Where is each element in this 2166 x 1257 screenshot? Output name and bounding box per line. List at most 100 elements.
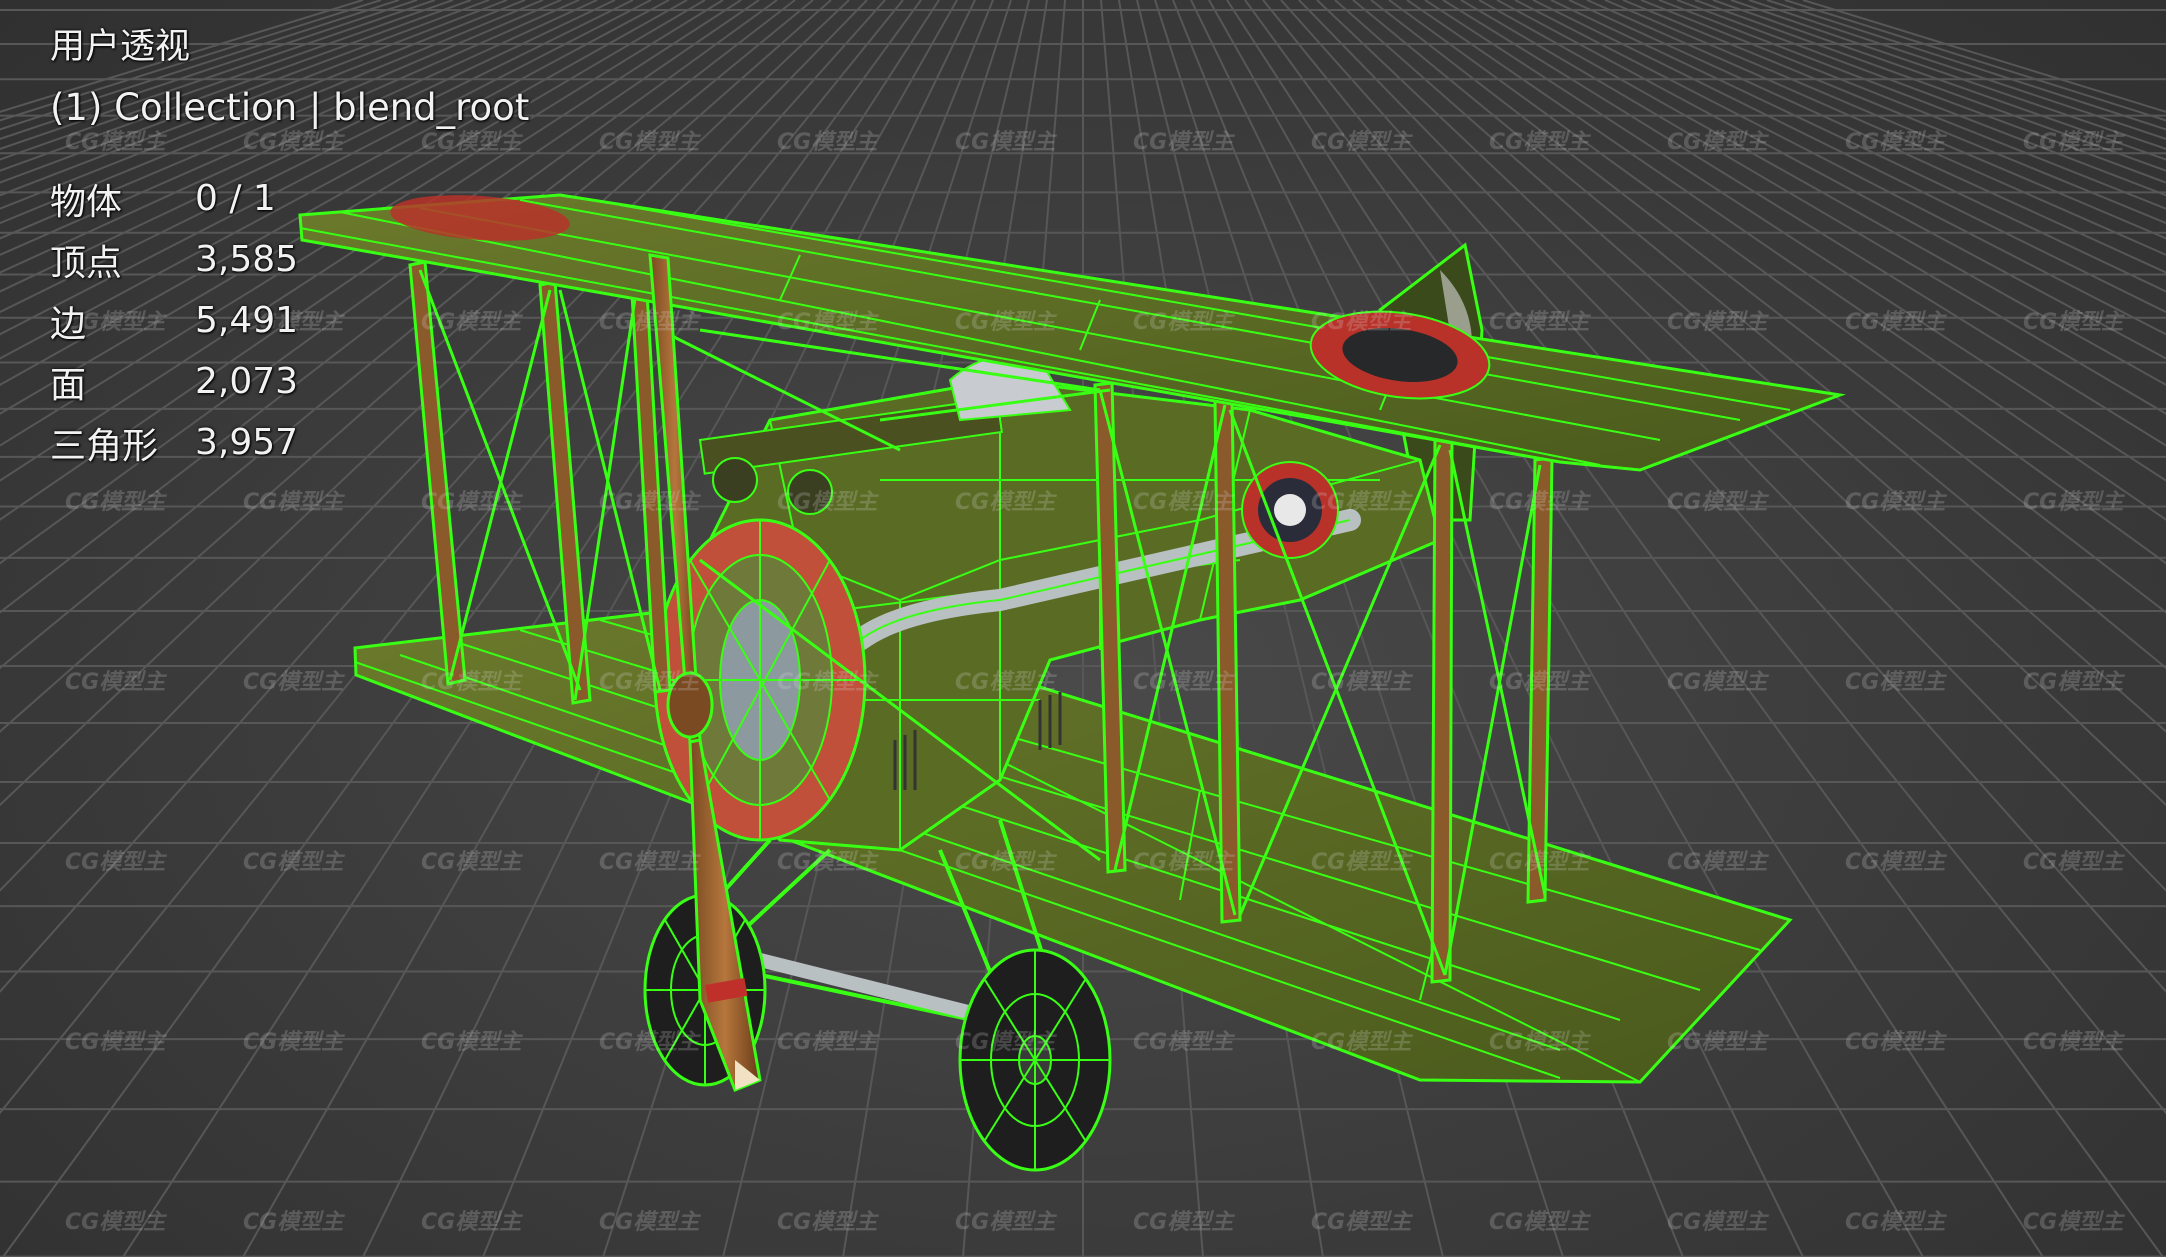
scene-statistics: 物体 0 / 1 顶点 3,585 边 5,491 面 2,073 三角形 3,…: [50, 168, 529, 473]
watermark-text: CG模型主: [243, 1210, 344, 1235]
watermark-text: CG模型主: [2023, 310, 2124, 335]
watermark-text: CG模型主: [65, 490, 166, 515]
watermark-text: CG模型主: [1845, 490, 1946, 515]
watermark-text: CG模型主: [2023, 850, 2124, 875]
stat-value: 3,585: [195, 239, 299, 280]
watermark-text: CG模型主: [599, 310, 700, 335]
watermark-text: CG模型主: [955, 1210, 1056, 1235]
watermark-text: CG模型主: [1133, 310, 1234, 335]
watermark-text: CG模型主: [599, 670, 700, 695]
watermark-text: CG模型主: [1845, 850, 1946, 875]
stat-value: 3,957: [195, 422, 299, 463]
watermark-text: CG模型主: [777, 490, 878, 515]
watermark-text: CG模型主: [1133, 850, 1234, 875]
watermark-text: CG模型主: [955, 670, 1056, 695]
watermark-text: CG模型主: [1133, 130, 1234, 155]
viewport-overlay: 用户透视 (1) Collection | blend_root 物体 0 / …: [50, 22, 529, 473]
watermark-text: CG模型主: [955, 130, 1056, 155]
watermark-text: CG模型主: [1311, 1030, 1412, 1055]
watermark-text: CG模型主: [421, 490, 522, 515]
watermark-text: CG模型主: [1311, 670, 1412, 695]
watermark-text: CG模型主: [777, 310, 878, 335]
watermark-text: CG模型主: [243, 1030, 344, 1055]
stat-label: 顶点: [50, 242, 123, 284]
watermark-text: CG模型主: [2023, 490, 2124, 515]
watermark-text: CG模型主: [2023, 1030, 2124, 1055]
watermark-text: CG模型主: [1133, 1210, 1234, 1235]
watermark-text: CG模型主: [1489, 1210, 1590, 1235]
watermark-text: CG模型主: [1489, 1030, 1590, 1055]
watermark-text: CG模型主: [1489, 310, 1590, 335]
stat-label: 三角形: [50, 425, 159, 467]
watermark-text: CG模型主: [955, 310, 1056, 335]
watermark-text: CG模型主: [777, 130, 878, 155]
watermark-text: CG模型主: [1311, 490, 1412, 515]
watermark-text: CG模型主: [777, 1210, 878, 1235]
watermark-text: CG模型主: [1845, 130, 1946, 155]
watermark-text: CG模型主: [955, 1030, 1056, 1055]
right-wheel[interactable]: [958, 948, 1112, 1172]
watermark-text: CG模型主: [1667, 310, 1768, 335]
watermark-text: CG模型主: [777, 670, 878, 695]
stat-label: 面: [50, 364, 87, 406]
watermark-text: CG模型主: [1845, 1030, 1946, 1055]
stat-objects: 物体 0 / 1: [50, 168, 529, 229]
watermark-text: CG模型主: [1667, 1030, 1768, 1055]
watermark-text: CG模型主: [599, 1030, 700, 1055]
watermark-text: CG模型主: [1667, 490, 1768, 515]
watermark-text: CG模型主: [2023, 670, 2124, 695]
watermark-text: CG模型主: [1489, 670, 1590, 695]
watermark-text: CG模型主: [1489, 850, 1590, 875]
watermark-text: CG模型主: [777, 850, 878, 875]
watermark-text: CG模型主: [955, 490, 1056, 515]
watermark-text: CG模型主: [1845, 310, 1946, 335]
watermark-text: CG模型主: [2023, 130, 2124, 155]
watermark-text: CG模型主: [1311, 1210, 1412, 1235]
stat-vertices: 顶点 3,585: [50, 229, 529, 290]
collection-info: (1) Collection | blend_root: [50, 86, 530, 129]
watermark-text: CG模型主: [1845, 670, 1946, 695]
watermark-text: CG模型主: [1489, 490, 1590, 515]
watermark-text: CG模型主: [421, 670, 522, 695]
watermark-text: CG模型主: [65, 670, 166, 695]
watermark-text: CG模型主: [1667, 130, 1768, 155]
watermark-text: CG模型主: [243, 490, 344, 515]
watermark-text: CG模型主: [1133, 1030, 1234, 1055]
stat-faces: 面 2,073: [50, 351, 529, 412]
watermark-text: CG模型主: [1311, 850, 1412, 875]
watermark-text: CG模型主: [1133, 490, 1234, 515]
3d-viewport[interactable]: CG模型主 CG模型主 CG模型主 CG模型主 CG模型主 CG模型主 CG模型主 CG模型主…: [0, 0, 2166, 1257]
biplane-model[interactable]: [298, 190, 1846, 1172]
watermark-text: CG模型主: [421, 1210, 522, 1235]
watermark-text: CG模型主: [243, 670, 344, 695]
watermark-text: CG模型主: [599, 130, 700, 155]
stat-value: 0 / 1: [195, 178, 276, 219]
stat-triangles: 三角形 3,957: [50, 412, 529, 473]
watermark-text: CG模型主: [599, 850, 700, 875]
watermark-text: CG模型主: [599, 490, 700, 515]
stat-edges: 边 5,491: [50, 290, 529, 351]
watermark-text: CG模型主: [1667, 670, 1768, 695]
watermark-text: CG模型主: [65, 1210, 166, 1235]
view-name: 用户透视: [50, 27, 191, 67]
watermark-text: CG模型主: [1133, 670, 1234, 695]
watermark-text: CG模型主: [1311, 130, 1412, 155]
watermark-text: CG模型主: [777, 1030, 878, 1055]
watermark-text: CG模型主: [65, 850, 166, 875]
watermark-text: CG模型主: [421, 850, 522, 875]
watermark-text: CG模型主: [2023, 1210, 2124, 1235]
stat-label: 物体: [50, 181, 123, 223]
watermark-text: CG模型主: [1311, 310, 1412, 335]
watermark-text: CG模型主: [1667, 850, 1768, 875]
watermark-text: CG模型主: [955, 850, 1056, 875]
stat-value: 2,073: [195, 361, 299, 402]
watermark-text: CG模型主: [599, 1210, 700, 1235]
watermark-text: CG模型主: [1667, 1210, 1768, 1235]
watermark-text: CG模型主: [243, 850, 344, 875]
watermark-text: CG模型主: [1489, 130, 1590, 155]
watermark-text: CG模型主: [421, 1030, 522, 1055]
stat-value: 5,491: [195, 300, 299, 341]
watermark-text: CG模型主: [1845, 1210, 1946, 1235]
stat-label: 边: [50, 303, 87, 345]
watermark-text: CG模型主: [65, 1030, 166, 1055]
